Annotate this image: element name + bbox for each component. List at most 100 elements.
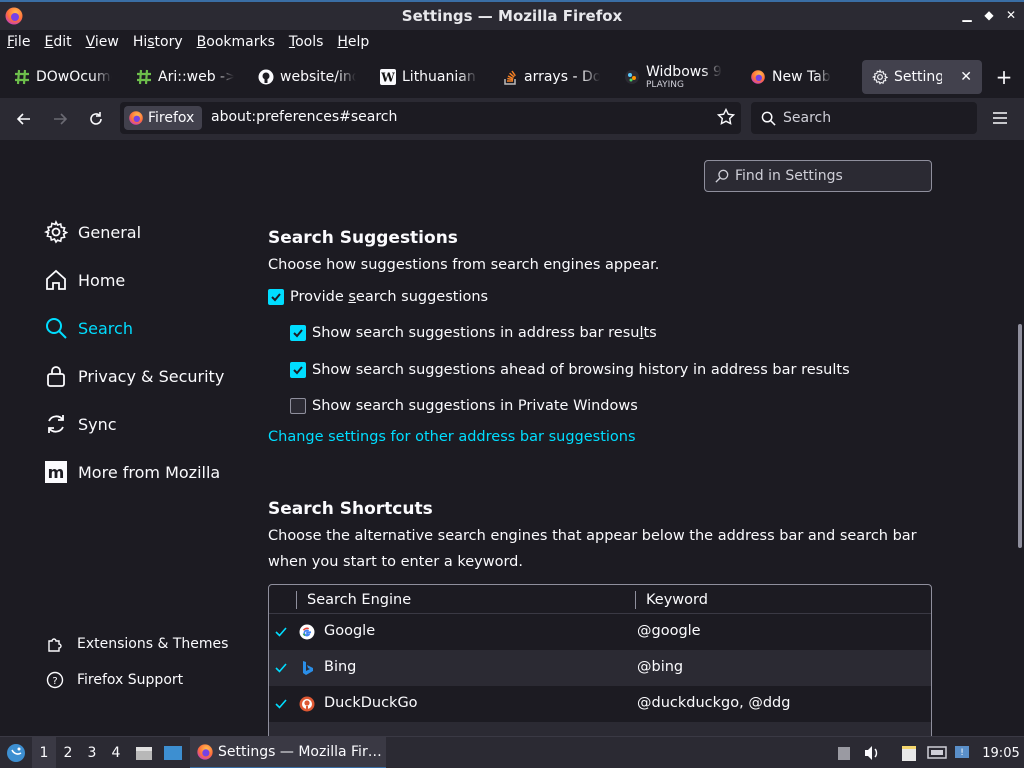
mozilla-icon: m [45, 461, 67, 483]
svg-text:m: m [48, 463, 65, 482]
search-bar[interactable]: Search [751, 102, 977, 134]
engine-name: Bing [324, 659, 357, 675]
menu-bookmarks[interactable]: Bookmarks [197, 34, 275, 50]
menu-edit[interactable]: Edit [44, 34, 71, 50]
category-label: Privacy & Security [78, 366, 225, 386]
new-tab-button[interactable]: + [992, 66, 1016, 90]
tab-label: DOwOcumentation [36, 69, 112, 85]
menu-history[interactable]: History [133, 34, 183, 50]
category-label: Sync [78, 414, 117, 434]
category-label: Home [78, 270, 126, 290]
tray-update[interactable]: ! [953, 737, 971, 768]
back-button[interactable] [11, 106, 37, 132]
tab-new-tab[interactable]: New Tab [740, 60, 856, 94]
tab-widbows-91[interactable]: Widbows 91PLAYING [614, 60, 732, 94]
app-menu-button[interactable] [988, 106, 1012, 130]
menu-file[interactable]: File [7, 34, 30, 50]
category-home[interactable]: Home [44, 268, 125, 292]
category-privacy-security[interactable]: Privacy & Security [44, 364, 224, 388]
category-search[interactable]: Search [44, 316, 133, 340]
reload-button[interactable] [83, 106, 109, 132]
category-more-from-mozilla[interactable]: m More from Mozilla [44, 460, 220, 484]
tray-volume[interactable] [862, 737, 882, 768]
tab-settings[interactable]: Settings ✕ [862, 60, 982, 94]
column-header-search-engine[interactable]: Search Engine [296, 591, 411, 609]
tab-ari-web-rust[interactable]: Ari::web -> rust [126, 60, 244, 94]
bookmark-star-icon[interactable] [717, 108, 735, 126]
forward-button[interactable] [47, 106, 73, 132]
close-button[interactable]: ✕ [1004, 6, 1018, 24]
column-header-keyword[interactable]: Keyword [635, 591, 708, 609]
tab-lithuanian-dictionary[interactable]: W Lithuanian dictionary [370, 60, 488, 94]
desktop-launcher[interactable] [162, 737, 184, 768]
menu-bar: File Edit View History Bookmarks Tools Help [0, 30, 1024, 54]
tab-website-index[interactable]: website/index [248, 60, 366, 94]
firefox-icon [129, 111, 143, 125]
address-bar[interactable]: Firefox about:preferences#search [120, 102, 741, 134]
engine-keyword[interactable]: @bing [637, 659, 683, 675]
tray-clipboard[interactable] [835, 737, 853, 768]
menu-help[interactable]: Help [337, 34, 369, 50]
workspace-2[interactable]: 2 [56, 737, 80, 768]
change-address-bar-settings-link[interactable]: Change settings for other address bar su… [268, 429, 636, 445]
tab-dowocumentation[interactable]: DOwOcumentation [4, 60, 122, 94]
engine-keyword[interactable]: @duckduckgo, @ddg [637, 695, 790, 711]
workspace-4[interactable]: 4 [104, 737, 128, 768]
suggestion-option-checkbox[interactable]: Show search suggestions ahead of browsin… [290, 362, 850, 378]
hashtag-icon [14, 69, 30, 85]
find-in-settings-input[interactable]: Find in Settings [704, 160, 932, 192]
engine-keyword[interactable]: @google [637, 623, 701, 639]
link-firefox-support[interactable]: ? Firefox Support [46, 671, 183, 689]
workspace-3[interactable]: 3 [80, 737, 104, 768]
identity-box[interactable]: Firefox [124, 106, 203, 130]
settings-page: Find in Settings General Home Search Privac… [0, 140, 1024, 736]
github-icon [258, 69, 274, 85]
suggestion-option-checkbox[interactable]: Show search suggestions in Private Windo… [290, 398, 638, 414]
maximize-button[interactable]: ◆ [982, 6, 996, 24]
url-text[interactable]: about:preferences#search [211, 109, 397, 125]
start-menu-button[interactable] [4, 737, 28, 768]
close-tab-button[interactable]: ✕ [960, 69, 972, 85]
scrollbar-thumb[interactable] [1018, 324, 1022, 548]
minimize-button[interactable]: ▁ [960, 6, 974, 24]
tray-network[interactable] [926, 737, 948, 768]
suggestion-option-checkbox[interactable]: Show search suggestions in address bar r… [290, 325, 657, 341]
lock-icon [47, 366, 65, 387]
checkmark-icon [271, 293, 281, 302]
menu-tools[interactable]: Tools [289, 34, 324, 50]
file-manager-launcher[interactable] [134, 737, 154, 768]
link-extensions-themes[interactable]: Extensions & Themes [46, 635, 228, 653]
checkbox-label: Provide search suggestions [290, 289, 489, 305]
engine-enabled-checkbox[interactable] [273, 624, 289, 640]
clock[interactable]: 19:05 [976, 737, 1024, 768]
checkbox-label: Show search suggestions in Private Windo… [312, 398, 638, 414]
checkbox-box[interactable] [268, 289, 284, 305]
provide-suggestions-checkbox[interactable]: Provide search suggestions [268, 289, 488, 305]
window-title: Settings — Mozilla Firefox [401, 7, 623, 25]
clipboard-icon [838, 747, 850, 760]
table-row[interactable]: Google @google [269, 614, 931, 650]
checkbox-label: Show search suggestions ahead of browsin… [312, 362, 850, 378]
checkbox-box[interactable] [290, 325, 306, 341]
table-row[interactable]: DuckDuckGo @duckduckgo, @ddg [269, 686, 931, 722]
tab-arrays-does[interactable]: arrays - Does [492, 60, 610, 94]
tray-notes[interactable] [899, 737, 919, 768]
checkbox-box[interactable] [290, 362, 306, 378]
table-row[interactable]: Bing @bing [269, 650, 931, 686]
bing-icon [303, 661, 313, 675]
menu-view[interactable]: View [86, 34, 119, 50]
search-shortcuts-heading: Search Shortcuts [268, 499, 433, 519]
firefox-icon [197, 744, 213, 760]
category-general[interactable]: General [44, 220, 141, 244]
workspace-1[interactable]: 1 [32, 737, 56, 768]
tab-playing-indicator: PLAYING [646, 79, 684, 90]
engine-enabled-checkbox[interactable] [273, 696, 289, 712]
table-row-partial[interactable] [269, 722, 931, 736]
puzzle-icon [48, 638, 62, 652]
category-label: More from Mozilla [78, 462, 221, 482]
category-sync[interactable]: Sync [44, 412, 117, 436]
checkmark-icon [293, 366, 303, 375]
engine-enabled-checkbox[interactable] [273, 660, 289, 676]
taskbar-task-firefox[interactable]: Settings — Mozilla Fir… [190, 737, 386, 768]
checkbox-box[interactable] [290, 398, 306, 414]
